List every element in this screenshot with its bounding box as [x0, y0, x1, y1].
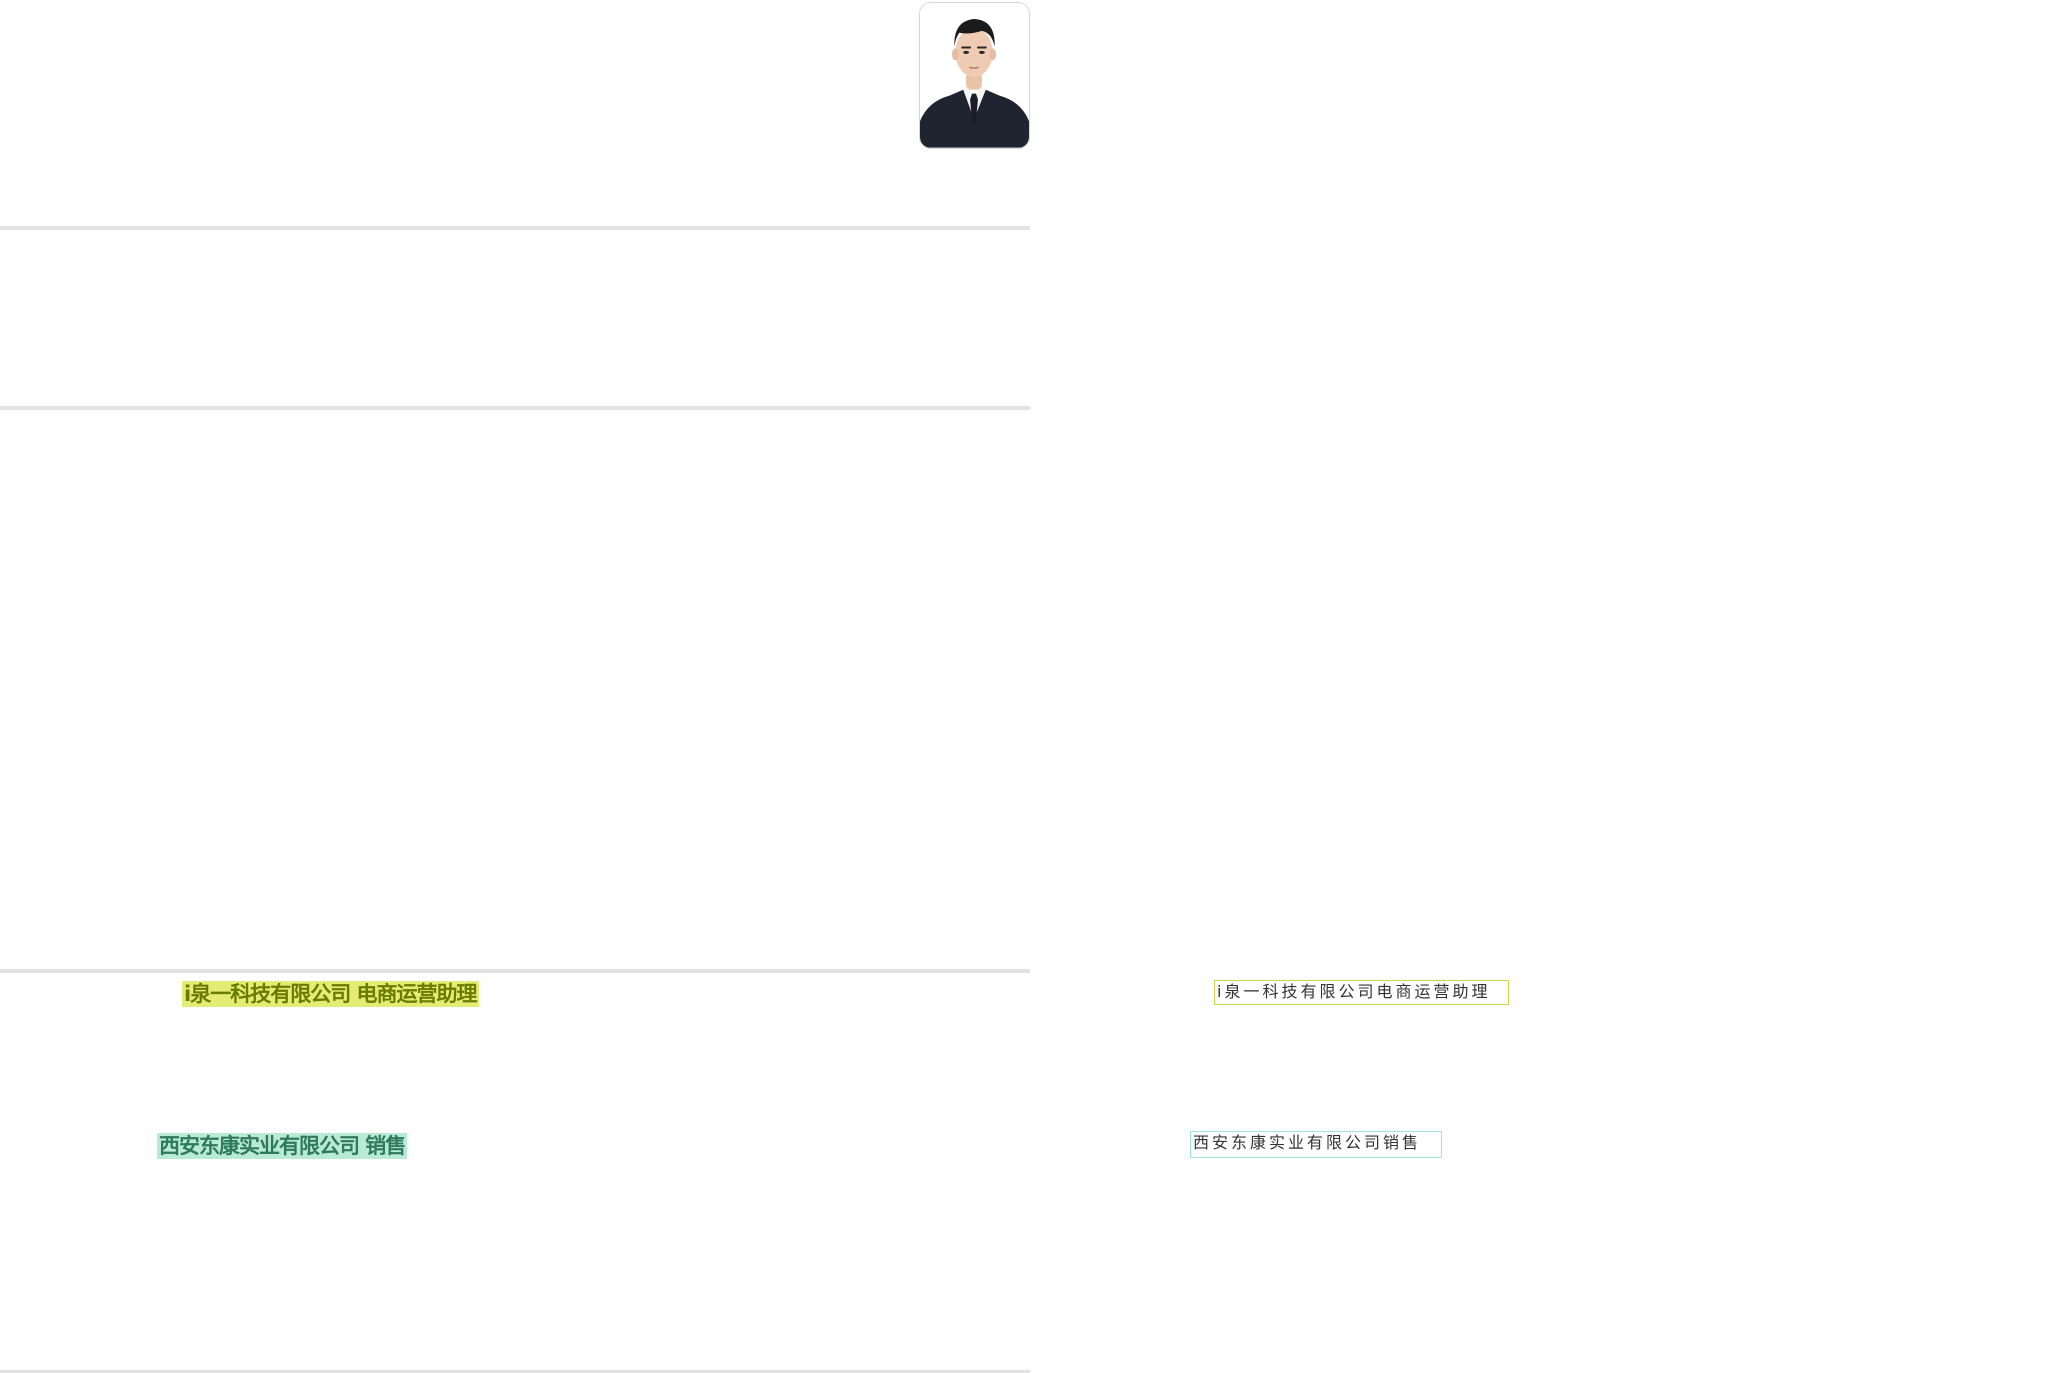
section-divider [0, 406, 1030, 410]
job2-company-title: 西安东康实业有限公司 销售 [157, 1133, 408, 1159]
job2-annotation-box: 西安东康实业有限公司销售 [1190, 1131, 1442, 1158]
job1-annotation-box: i泉一科技有限公司电商运营助理 [1214, 980, 1509, 1005]
job1-company-title: i泉一科技有限公司 电商运营助理 [182, 981, 479, 1007]
portrait-icon [920, 3, 1029, 148]
section-divider [0, 969, 1030, 973]
section-divider [0, 226, 1030, 230]
resume-page: i泉一科技有限公司 电商运营助理 西安东康实业有限公司 销售 i泉一科技有限公司… [0, 0, 2062, 1373]
profile-photo [919, 2, 1030, 149]
